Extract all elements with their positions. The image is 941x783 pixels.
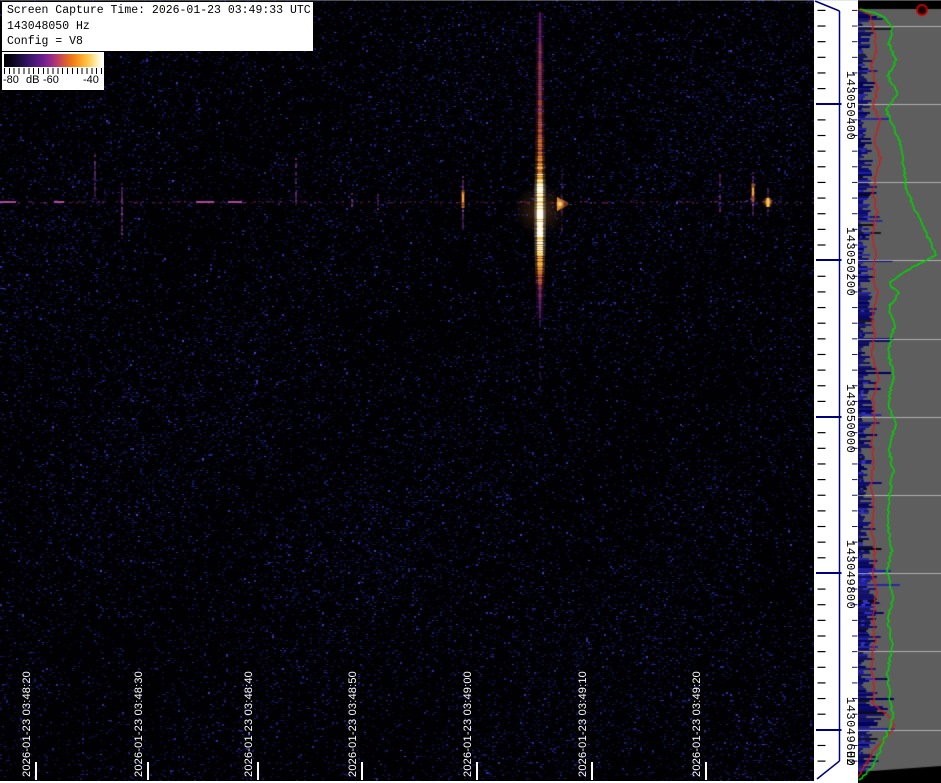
spectrum-panel-canvas bbox=[858, 0, 941, 783]
top-border-line bbox=[0, 0, 941, 1]
time-axis-tick bbox=[591, 762, 593, 780]
time-axis-tick bbox=[147, 762, 149, 780]
frequency-axis-label: 143049800 bbox=[843, 540, 857, 610]
time-axis-tick bbox=[476, 762, 478, 780]
colorbar-legend: -80 dB -60 -40 bbox=[2, 52, 104, 90]
spectrum-monitor-screen: 2026-01-23 03:48:20 2026-01-23 03:48:30 20… bbox=[0, 0, 941, 783]
time-axis-label: 2026-01-23 03:48:20 bbox=[21, 671, 33, 777]
axis-bottom-diagonal bbox=[816, 760, 840, 780]
colorbar-label: -80 bbox=[3, 74, 19, 86]
config-text: Config = V8 bbox=[7, 35, 83, 48]
time-axis-label: 2026-01-23 03:48:40 bbox=[243, 671, 255, 777]
colorbar-label: -40 bbox=[83, 74, 99, 86]
frequency-axis-label: 143050000 bbox=[843, 384, 857, 454]
time-axis-tick bbox=[705, 762, 707, 780]
time-axis-label: 2026-01-23 03:48:30 bbox=[133, 671, 145, 777]
time-axis-tick bbox=[257, 762, 259, 780]
time-axis-tick bbox=[35, 762, 37, 780]
time-axis-label: 2026-01-23 03:48:50 bbox=[347, 671, 359, 777]
frequency-axis-label: 143049600 bbox=[843, 697, 857, 767]
receiver-frequency-text: 143048050 Hz bbox=[7, 19, 90, 33]
colorbar-label: dB bbox=[26, 74, 40, 86]
frequency-axis-label: 143050200 bbox=[843, 227, 857, 297]
capture-time-text: Screen Capture Time: 2026-01-23 03:49:33… bbox=[7, 4, 311, 17]
colorbar-gradient bbox=[4, 54, 102, 67]
time-axis-layer: 2026-01-23 03:48:20 2026-01-23 03:48:30 20… bbox=[0, 0, 814, 783]
time-axis-label: 2026-01-23 03:49:10 bbox=[577, 671, 589, 777]
time-axis-label: 2026-01-23 03:49:20 bbox=[691, 671, 703, 777]
colorbar-labels: -80 dB -60 -40 bbox=[2, 74, 104, 88]
capture-info-box: Screen Capture Time: 2026-01-23 03:49:33… bbox=[2, 2, 313, 51]
time-axis-tick bbox=[361, 762, 363, 780]
colorbar-label: -60 bbox=[43, 74, 59, 86]
time-axis-label: 2026-01-23 03:49:00 bbox=[462, 671, 474, 777]
frequency-axis-label: 143050400 bbox=[843, 71, 857, 141]
frequency-axis: Hz 143050400 143050200 143050000 143049800 1… bbox=[814, 0, 858, 783]
axis-top-diagonal bbox=[814, 0, 840, 12]
